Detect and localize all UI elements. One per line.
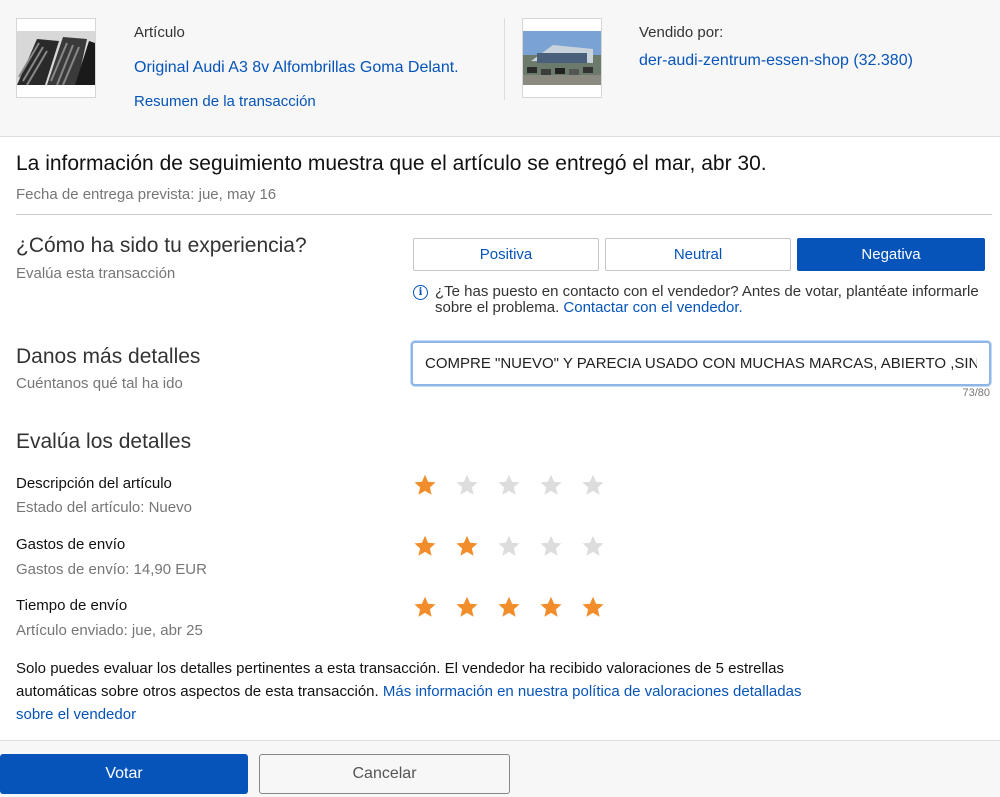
rating-label-shipping-cost: Gastos de envío [16, 536, 126, 553]
details-title: Danos más detalles [16, 345, 201, 368]
star-rating-shipping-time [413, 595, 605, 619]
seller-label: Vendido por: [639, 24, 724, 41]
star-rating-shipping-cost [413, 534, 605, 558]
rating-label-shipping-time: Tiempo de envío [16, 597, 128, 614]
vote-neutral-button[interactable]: Neutral [605, 238, 791, 271]
expected-delivery: Fecha de entrega prevista: jue, may 16 [16, 186, 277, 203]
cancel-button[interactable]: Cancelar [259, 754, 510, 794]
rating-sub-shipping-time: Artículo enviado: jue, abr 25 [16, 622, 203, 639]
star-icon[interactable] [497, 595, 521, 619]
tracking-message: La información de seguimiento muestra qu… [16, 152, 767, 175]
star-icon[interactable] [497, 473, 521, 497]
star-icon[interactable] [455, 595, 479, 619]
dealership-image [523, 31, 601, 85]
item-thumbnail[interactable] [16, 18, 96, 98]
experience-title: ¿Cómo ha sido tu experiencia? [16, 234, 307, 257]
transaction-header: Artículo Original Audi A3 8v Alfombrilla… [0, 0, 1000, 137]
star-icon[interactable] [455, 534, 479, 558]
star-icon[interactable] [539, 595, 563, 619]
rating-sub-shipping-cost: Gastos de envío: 14,90 EUR [16, 561, 207, 578]
floor-mat-image [17, 31, 95, 85]
item-title-link[interactable]: Original Audi A3 8v Alfombrillas Goma De… [134, 59, 459, 77]
ratings-title: Evalúa los detalles [16, 430, 192, 453]
vote-negative-button[interactable]: Negativa [797, 238, 985, 271]
transaction-summary-link[interactable]: Resumen de la transacción [134, 93, 316, 110]
section-divider [16, 214, 992, 215]
details-input[interactable] [411, 341, 991, 386]
star-icon[interactable] [455, 473, 479, 497]
star-icon[interactable] [413, 473, 437, 497]
contact-seller-link[interactable]: Contactar con el vendedor. [563, 299, 742, 316]
star-icon[interactable] [413, 595, 437, 619]
seller-name-link[interactable]: der-audi-zentrum-essen-shop (32.380) [639, 52, 913, 70]
details-subtitle: Cuéntanos qué tal ha ido [16, 375, 183, 392]
info-icon: i [413, 285, 428, 300]
star-icon[interactable] [539, 534, 563, 558]
star-icon[interactable] [497, 534, 521, 558]
rating-sub-description: Estado del artículo: Nuevo [16, 499, 192, 516]
contact-seller-hint: ¿Te has puesto en contacto con el vended… [435, 284, 995, 316]
star-icon[interactable] [539, 473, 563, 497]
action-footer: Votar Cancelar [0, 740, 1000, 797]
experience-subtitle: Evalúa esta transacción [16, 265, 176, 282]
star-icon[interactable] [413, 534, 437, 558]
item-label: Artículo [134, 24, 185, 41]
character-counter: 73/80 [962, 387, 990, 399]
submit-vote-button[interactable]: Votar [0, 754, 248, 794]
star-icon[interactable] [581, 473, 605, 497]
star-icon[interactable] [581, 595, 605, 619]
header-divider [504, 18, 505, 100]
rating-label-description: Descripción del artículo [16, 475, 172, 492]
rating-policy-note: Solo puedes evaluar los detalles pertine… [16, 657, 806, 726]
star-rating-description [413, 473, 605, 497]
vote-positive-button[interactable]: Positiva [413, 238, 599, 271]
star-icon[interactable] [581, 534, 605, 558]
seller-thumbnail[interactable] [522, 18, 602, 98]
